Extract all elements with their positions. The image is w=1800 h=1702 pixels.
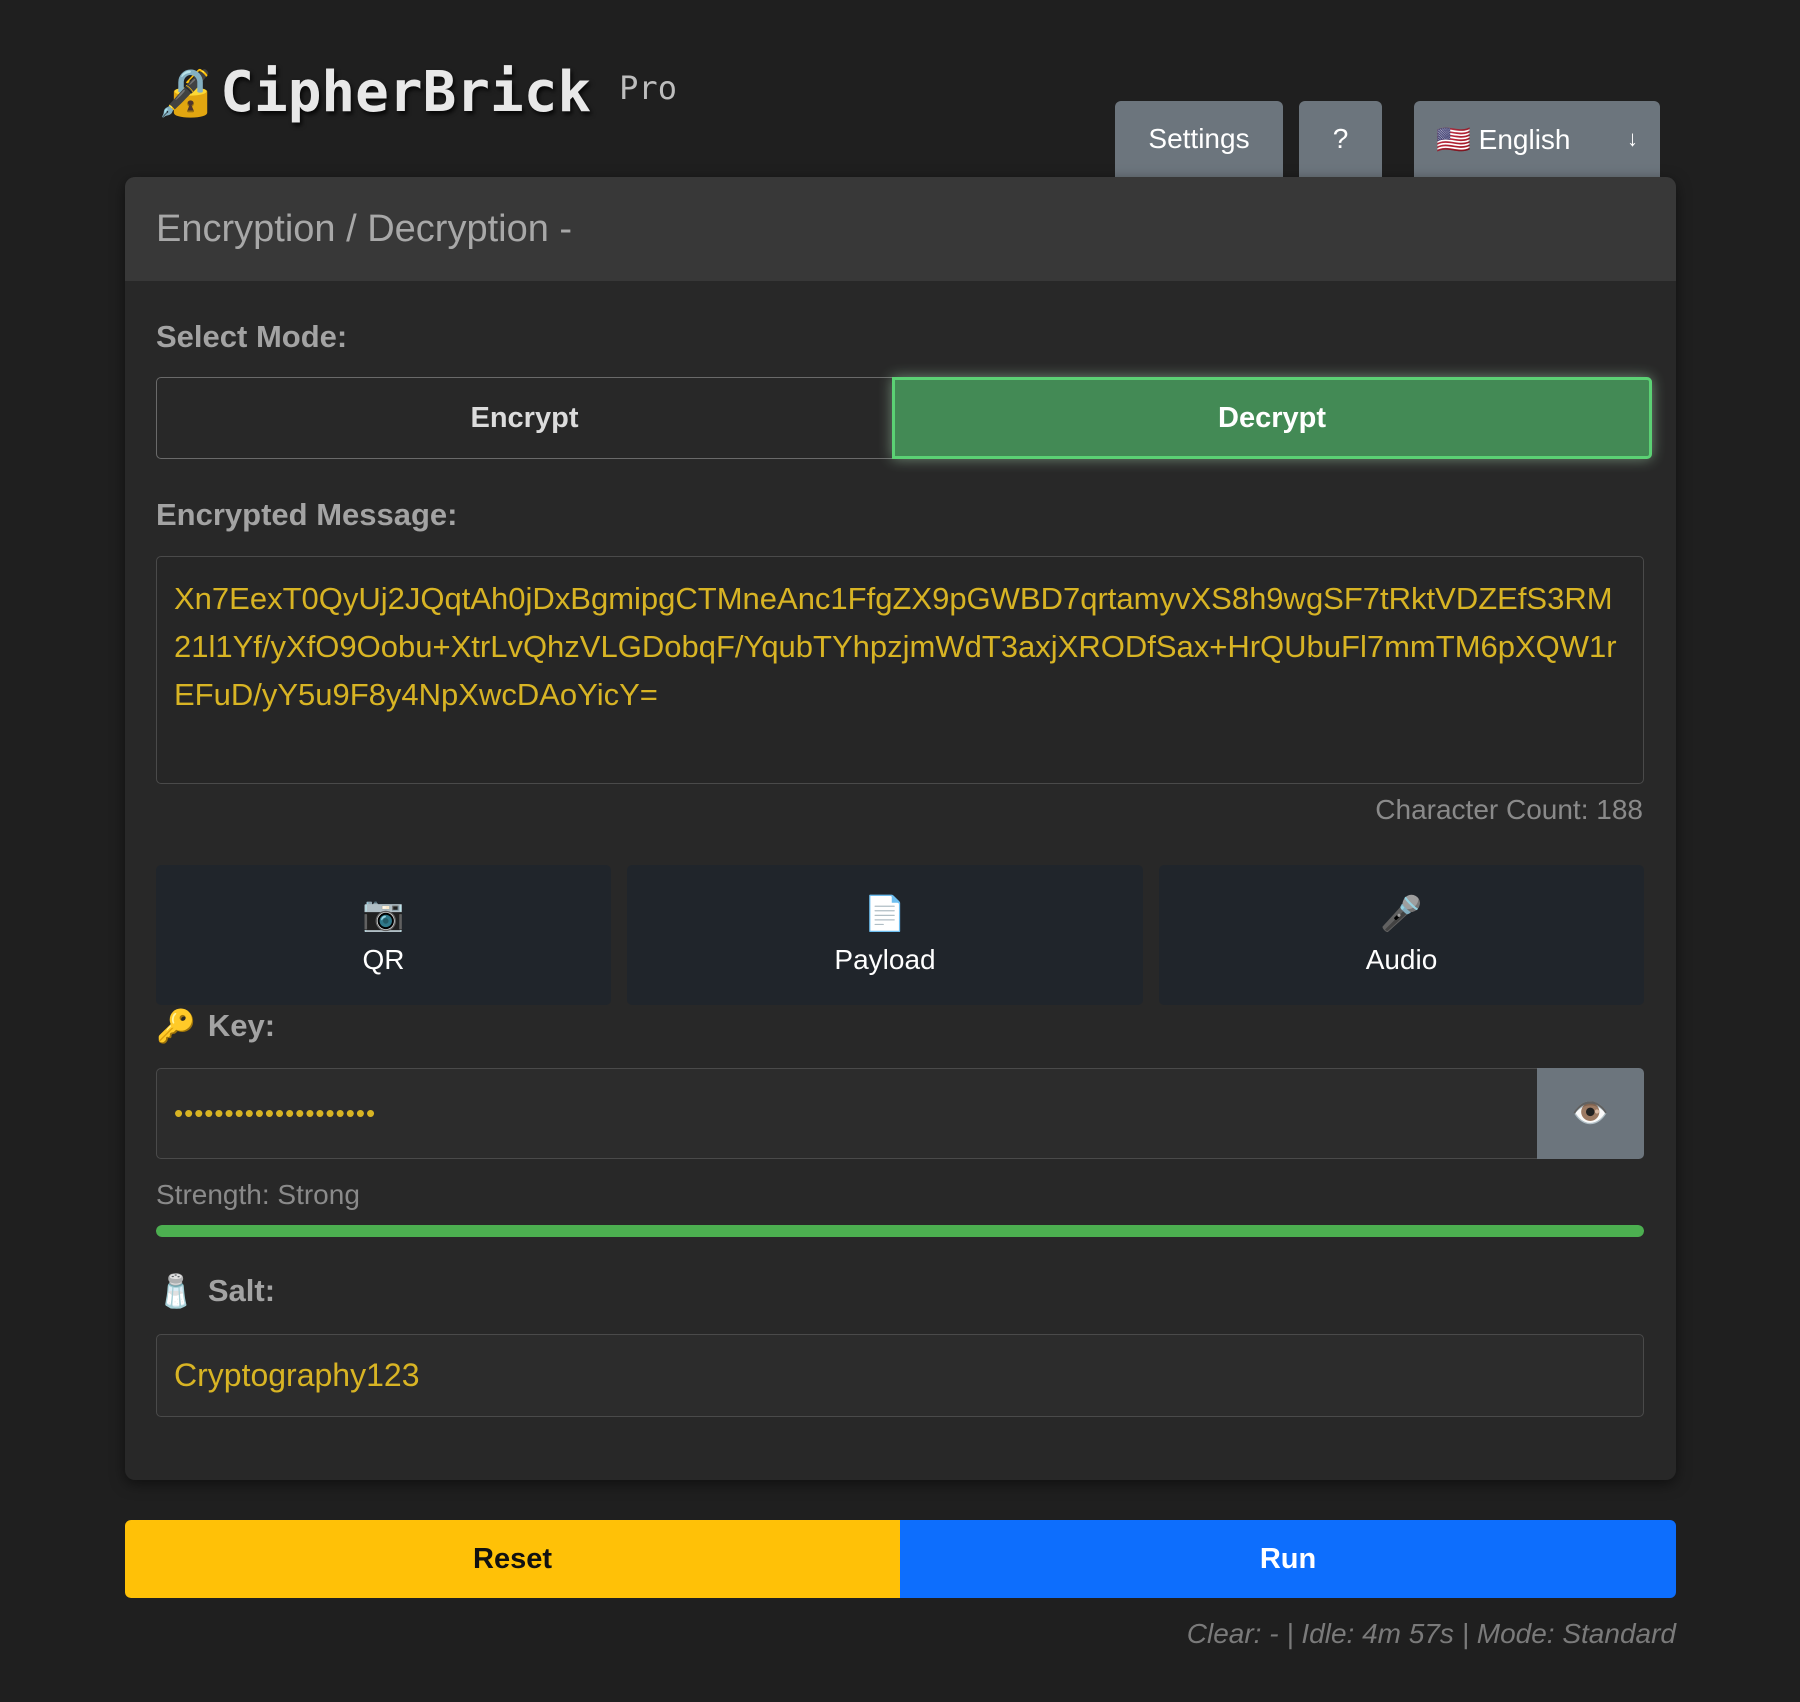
payload-button[interactable]: 📄 Payload (627, 865, 1143, 1005)
status-bar: Clear: - | Idle: 4m 57s | Mode: Standard (1186, 1618, 1676, 1649)
us-flag-icon: 🇺🇸 (1436, 123, 1471, 155)
strength-bar-fill (156, 1225, 1644, 1237)
encrypted-message-textarea[interactable]: Xn7EexT0QyUj2JQqtAh0jDxBgmipgCTMneAnc1Ff… (156, 556, 1644, 784)
settings-button[interactable]: Settings (1115, 101, 1283, 177)
strength-label: Strength: Strong (156, 1179, 360, 1210)
reset-button[interactable]: Reset (125, 1520, 900, 1598)
salt-input[interactable]: Cryptography123 (156, 1334, 1644, 1417)
salt-icon: 🧂 (156, 1273, 196, 1309)
mode-label: Select Mode: (156, 319, 348, 354)
salt-label: 🧂 Salt: (156, 1272, 275, 1310)
app-title: CipherBrick (220, 60, 592, 125)
document-icon: 📄 (863, 895, 907, 933)
audio-button[interactable]: 🎤 Audio (1159, 865, 1644, 1005)
character-count: Character Count: 188 (1375, 794, 1643, 825)
key-label: 🔑 Key: (156, 1007, 275, 1045)
language-select[interactable]: 🇺🇸 English ↓ (1414, 101, 1660, 177)
message-label: Encrypted Message: (156, 497, 458, 532)
decrypt-mode-button[interactable]: Decrypt (892, 377, 1652, 459)
salt-label-text: Salt: (207, 1273, 276, 1308)
eye-icon: 👁️ (1571, 1097, 1610, 1130)
crypto-card: Encryption / Decryption - Select Mode: E… (125, 177, 1676, 1480)
arrow-down-icon: ↓ (1627, 126, 1638, 151)
mode-selector: Encrypt Decrypt (156, 377, 1676, 459)
language-label: English (1478, 123, 1571, 155)
key-input[interactable]: •••••••••••••••••••• (156, 1068, 1538, 1159)
toggle-visibility-button[interactable]: 👁️ (1537, 1068, 1644, 1159)
help-button[interactable]: ? (1299, 101, 1382, 177)
strength-bar (156, 1225, 1644, 1237)
key-label-text: Key: (207, 1008, 276, 1043)
language-display: 🇺🇸 English (1436, 123, 1571, 156)
card-header: Encryption / Decryption - (125, 177, 1676, 281)
qr-label: QR (362, 944, 405, 975)
run-button[interactable]: Run (900, 1520, 1676, 1598)
encrypt-mode-button[interactable]: Encrypt (156, 377, 892, 459)
microphone-icon: 🎤 (1380, 895, 1423, 933)
camera-icon: 📷 (362, 895, 405, 933)
payload-label: Payload (834, 944, 936, 975)
brand: 🔏 CipherBrick Pro (157, 60, 677, 125)
qr-button[interactable]: 📷 QR (156, 865, 611, 1005)
audio-label: Audio (1365, 944, 1438, 975)
key-icon: 🔑 (156, 1008, 196, 1044)
lock-icon: 🔏 (157, 66, 215, 118)
edition-badge: Pro (619, 68, 677, 107)
